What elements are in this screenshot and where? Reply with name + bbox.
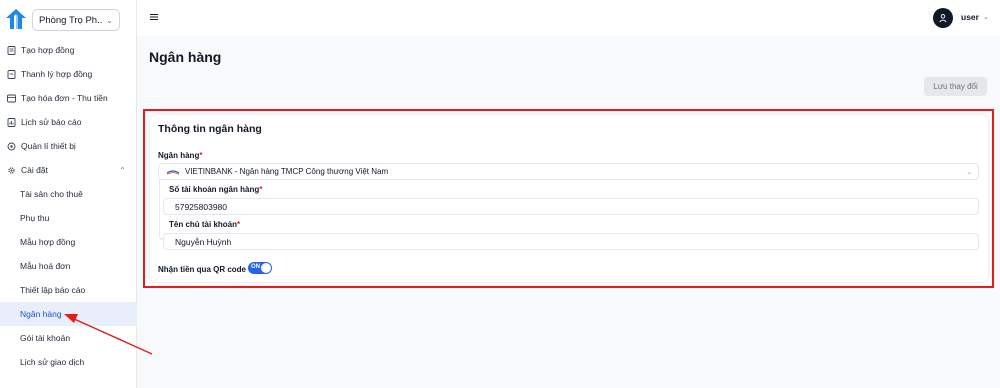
contract-icon — [6, 45, 16, 55]
required-marker: * — [259, 185, 263, 194]
required-marker: * — [237, 220, 241, 229]
user-icon — [939, 14, 947, 23]
sidebar-subitem-rental-assets[interactable]: Tài sản cho thuê — [0, 182, 137, 206]
sidebar-subitem-surcharges[interactable]: Phụ thu — [0, 206, 137, 230]
device-icon — [6, 141, 16, 151]
invoice-icon — [6, 93, 16, 103]
account-number-label-text: Số tài khoản ngân hàng — [169, 185, 260, 194]
avatar[interactable] — [933, 8, 953, 28]
property-select[interactable]: Phòng Trọ Ph... ⌄ — [32, 9, 120, 31]
sidebar-subitem-report-settings[interactable]: Thiết lập báo cáo — [0, 278, 137, 302]
sidebar-subitem-label: Ngân hàng — [20, 309, 62, 319]
account-number-input[interactable] — [163, 198, 979, 215]
sidebar-item-label: Quản lí thiết bị — [21, 141, 76, 151]
sidebar-item-label: Lịch sử báo cáo — [21, 117, 82, 127]
sidebar-subitem-label: Phụ thu — [20, 213, 50, 223]
sidebar-menu: Tạo hợp đồng Thanh lý hợp đồng Tạo hóa đ… — [0, 38, 137, 374]
bank-select-value: VIETINBANK - Ngân hàng TMCP Công thương … — [185, 167, 389, 176]
account-holder-input[interactable] — [163, 233, 979, 250]
sidebar-subitem-label: Thiết lập báo cáo — [20, 285, 86, 295]
sidebar-subitem-contract-templates[interactable]: Mẫu hợp đồng — [0, 230, 137, 254]
sidebar-subitem-invoice-templates[interactable]: Mẫu hoá đơn — [0, 254, 137, 278]
account-holder-label-text: Tên chủ tài khoản — [169, 220, 238, 229]
page-title: Ngân hàng — [149, 49, 222, 65]
settings-icon — [6, 165, 16, 175]
bank-label-text: Ngân hàng — [158, 151, 200, 160]
chevron-up-icon: ⌃ — [119, 165, 126, 175]
sidebar-item-report-history[interactable]: Lịch sử báo cáo — [0, 110, 137, 134]
sidebar-subitem-label: Mẫu hợp đồng — [20, 237, 76, 247]
menu-toggle-icon[interactable] — [149, 12, 159, 22]
report-icon — [6, 117, 16, 127]
card-title: Thông tin ngân hàng — [158, 123, 262, 135]
sidebar-subitem-account-plans[interactable]: Gói tài khoản — [0, 326, 137, 350]
vietinbank-logo-icon — [167, 169, 179, 175]
user-name[interactable]: user — [961, 12, 979, 22]
topbar — [137, 0, 1000, 36]
sidebar-item-settings[interactable]: Cài đặt ⌃ — [0, 158, 137, 182]
sidebar-item-create-invoice[interactable]: Tạo hóa đơn - Thu tiền — [0, 86, 137, 110]
required-marker: * — [199, 151, 203, 160]
account-number-label: Số tài khoản ngân hàng* — [169, 185, 262, 194]
bank-field-label: Ngân hàng* — [158, 151, 202, 160]
sidebar-item-device-management[interactable]: Quản lí thiết bị — [0, 134, 137, 158]
bank-select[interactable]: VIETINBANK - Ngân hàng TMCP Công thương … — [158, 163, 979, 180]
sidebar-subitem-transaction-history[interactable]: Lịch sử giao dịch — [0, 350, 137, 374]
chevron-down-icon: ⌄ — [966, 168, 972, 176]
sidebar-subitem-label: Tài sản cho thuê — [20, 189, 83, 199]
contract-end-icon — [6, 69, 16, 79]
sidebar-item-terminate-contract[interactable]: Thanh lý hợp đồng — [0, 62, 137, 86]
sidebar-item-label: Thanh lý hợp đồng — [21, 69, 93, 79]
sidebar-item-label: Tạo hóa đơn - Thu tiền — [21, 93, 108, 103]
toggle-state-text: ON — [251, 264, 260, 270]
sidebar-subitem-label: Mẫu hoá đơn — [20, 261, 71, 271]
qr-payment-label: Nhận tiền qua QR code — [158, 265, 247, 274]
sidebar-subitem-label: Gói tài khoản — [20, 333, 71, 343]
property-select-value: Phòng Trọ Ph... — [39, 14, 104, 26]
account-holder-label: Tên chủ tài khoản* — [169, 220, 240, 229]
sidebar-item-label: Cài đặt — [21, 165, 48, 175]
sidebar-item-label: Tạo hợp đồng — [21, 45, 75, 55]
save-changes-button[interactable]: Lưu thay đổi — [924, 77, 987, 96]
chevron-down-icon: ⌄ — [106, 15, 113, 25]
app-logo-icon[interactable] — [5, 8, 27, 30]
sidebar: Phòng Trọ Ph... ⌄ Tạo hợp đồng Thanh lý … — [0, 0, 137, 388]
sidebar-item-create-contract[interactable]: Tạo hợp đồng — [0, 38, 137, 62]
sidebar-subitem-label: Lịch sử giao dịch — [20, 357, 85, 367]
toggle-knob — [261, 263, 271, 273]
sidebar-subitem-bank[interactable]: Ngân hàng — [0, 302, 137, 326]
chevron-down-icon[interactable]: ⌄ — [983, 13, 989, 21]
qr-payment-toggle[interactable]: ON — [248, 262, 272, 274]
